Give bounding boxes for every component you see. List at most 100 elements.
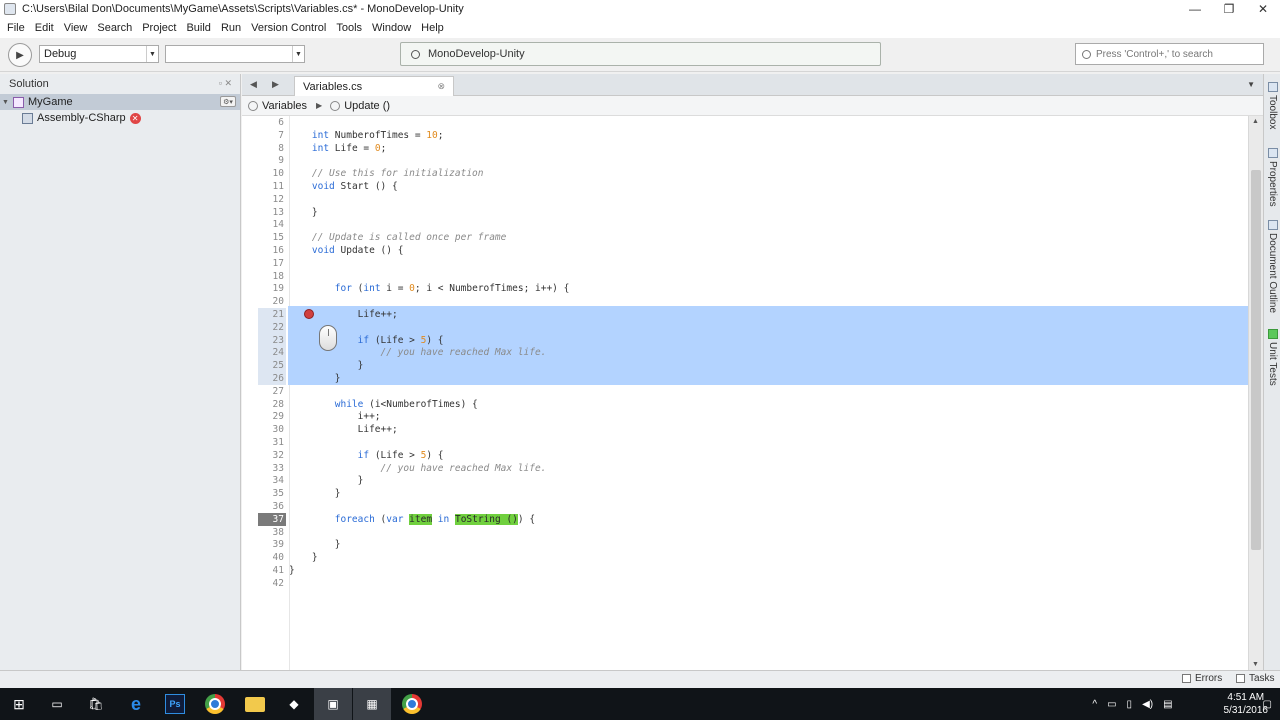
code-line[interactable]: 32 if (Life > 5) {	[242, 449, 1248, 462]
code-line[interactable]: 36	[242, 500, 1248, 513]
dock-properties[interactable]: Properties	[1265, 148, 1280, 207]
code-line[interactable]: 18	[242, 270, 1248, 283]
code-line[interactable]: 7 int NumberofTimes = 10;	[242, 129, 1248, 142]
close-tab-icon[interactable]: ⊗	[437, 81, 445, 92]
code-line[interactable]: 14	[242, 218, 1248, 231]
monodevelop-icon[interactable]: ▣	[314, 688, 352, 720]
menu-run[interactable]: Run	[216, 22, 246, 34]
minimize-button[interactable]: —	[1178, 0, 1212, 18]
unity-icon[interactable]: ◆	[284, 694, 304, 714]
code-line[interactable]: 35 }	[242, 487, 1248, 500]
tasks-pad-button[interactable]: Tasks	[1236, 673, 1275, 684]
code-line[interactable]: 26 }	[242, 372, 1248, 385]
battery-icon[interactable]: ▯	[1127, 699, 1133, 710]
dock-toolbox[interactable]: Toolbox	[1265, 82, 1280, 129]
code-line[interactable]: 40 }	[242, 551, 1248, 564]
keyboard-icon[interactable]: ▤	[1163, 699, 1172, 710]
menu-search[interactable]: Search	[92, 22, 137, 34]
photoshop-icon[interactable]: Ps	[165, 694, 185, 714]
code-token: ) {	[517, 513, 536, 525]
target-select[interactable]: ▼	[165, 45, 305, 63]
scroll-down-icon[interactable]: ▼	[1252, 661, 1259, 668]
windows-start-icon[interactable]: ⊞	[9, 694, 29, 714]
volume-icon[interactable]: ◀)	[1142, 699, 1153, 710]
code-line[interactable]: 21 Life++;	[242, 308, 1248, 321]
code-line[interactable]: 9	[242, 154, 1248, 167]
dock-unit-tests[interactable]: Unit Tests	[1265, 329, 1280, 386]
code-line[interactable]: 6	[242, 116, 1248, 129]
expand-triangle-icon[interactable]: ▼	[2, 99, 12, 106]
breadcrumb-class[interactable]: Variables	[262, 100, 307, 112]
code-line[interactable]: 28 while (i<NumberofTimes) {	[242, 398, 1248, 411]
tree-item-assembly[interactable]: Assembly-CSharp ✕	[0, 110, 240, 126]
scroll-up-icon[interactable]: ▲	[1252, 118, 1259, 125]
clock[interactable]: 4:51 AM 5/31/2016	[1224, 691, 1269, 717]
menu-view[interactable]: View	[59, 22, 93, 34]
code-line[interactable]: 25 }	[242, 359, 1248, 373]
scrollbar-thumb[interactable]	[1251, 170, 1261, 550]
breadcrumb-method[interactable]: Update ()	[344, 100, 390, 112]
tab-list-icon[interactable]: ▼	[1247, 80, 1255, 89]
code-editor[interactable]: 67 int NumberofTimes = 10; 8 int Life = 0…	[242, 116, 1248, 670]
code-line[interactable]: 37 foreach (var item in ToString ()) {	[242, 512, 1248, 526]
search-input[interactable]: Press 'Control+,' to search	[1075, 43, 1264, 65]
tab-back-icon[interactable]: ◀	[250, 79, 257, 90]
close-button[interactable]: ✕	[1246, 0, 1280, 18]
tree-item-project[interactable]: ▼ MyGame ⚙▾	[0, 94, 240, 110]
code-line[interactable]: 39 }	[242, 538, 1248, 551]
network-icon[interactable]: ▭	[1107, 699, 1116, 710]
gear-icon[interactable]: ⚙▾	[220, 96, 236, 107]
tab-variables-cs[interactable]: Variables.cs ⊗	[294, 76, 454, 96]
code-line[interactable]: 42	[242, 577, 1248, 590]
menu-tools[interactable]: Tools	[331, 22, 367, 34]
code-line[interactable]: 41}	[242, 564, 1248, 577]
menu-window[interactable]: Window	[367, 22, 416, 34]
code-line[interactable]: 17	[242, 257, 1248, 270]
code-line[interactable]: 27	[242, 385, 1248, 398]
menu-version-control[interactable]: Version Control	[246, 22, 331, 34]
code-line[interactable]: 12	[242, 193, 1248, 206]
menu-edit[interactable]: Edit	[30, 22, 59, 34]
code-line[interactable]: 15 // Update is called once per frame	[242, 231, 1248, 244]
tab-forward-icon[interactable]: ▶	[272, 79, 279, 90]
edge-icon[interactable]: e	[126, 694, 146, 714]
code-line[interactable]: 20	[242, 295, 1248, 308]
menu-help[interactable]: Help	[416, 22, 449, 34]
code-line[interactable]: 23 if (Life > 5) {	[242, 333, 1248, 347]
chrome-icon[interactable]	[402, 694, 422, 714]
code-line[interactable]: 13 }	[242, 206, 1248, 219]
code-line[interactable]: 34 }	[242, 474, 1248, 487]
vertical-scrollbar[interactable]: ▲ ▼	[1248, 116, 1263, 670]
task-view-icon[interactable]: ▭	[47, 694, 67, 714]
configuration-select[interactable]: Debug ▼	[39, 45, 159, 63]
code-line[interactable]: 22	[242, 320, 1248, 334]
line-text: if (Life > 5) {	[289, 334, 444, 347]
code-line[interactable]: 11 void Start () {	[242, 180, 1248, 193]
breakpoint-marker-icon[interactable]	[304, 309, 314, 319]
code-line[interactable]: 24 // you have reached Max life.	[242, 346, 1248, 360]
menu-build[interactable]: Build	[181, 22, 215, 34]
code-line[interactable]: 8 int Life = 0;	[242, 142, 1248, 155]
code-line[interactable]: 30 Life++;	[242, 423, 1248, 436]
maximize-button[interactable]: ❐	[1212, 0, 1246, 18]
code-line[interactable]: 31	[242, 436, 1248, 449]
menu-file[interactable]: File	[2, 22, 30, 34]
errors-pad-button[interactable]: Errors	[1182, 673, 1222, 684]
code-line[interactable]: 19 for (int i = 0; i < NumberofTimes; i+…	[242, 282, 1248, 295]
code-token: }	[289, 373, 341, 384]
chevron-up-icon[interactable]: ^	[1092, 699, 1097, 710]
media-icon[interactable]: ▦	[353, 688, 391, 720]
code-line[interactable]: 33 // you have reached Max life.	[242, 462, 1248, 475]
store-icon[interactable]: 🛍	[86, 694, 106, 714]
code-token: (Life >	[369, 334, 421, 346]
run-button[interactable]: ▶	[8, 43, 32, 67]
chrome-icon[interactable]	[205, 694, 225, 714]
pane-controls[interactable]: ▫ ✕	[219, 78, 232, 89]
dock-document-outline[interactable]: Document Outline	[1265, 220, 1280, 313]
code-line[interactable]: 16 void Update () {	[242, 244, 1248, 257]
code-line[interactable]: 29 i++;	[242, 410, 1248, 423]
code-line[interactable]: 10 // Use this for initialization	[242, 167, 1248, 180]
menu-project[interactable]: Project	[137, 22, 181, 34]
code-line[interactable]: 38	[242, 526, 1248, 539]
file-explorer-icon[interactable]	[245, 697, 265, 712]
